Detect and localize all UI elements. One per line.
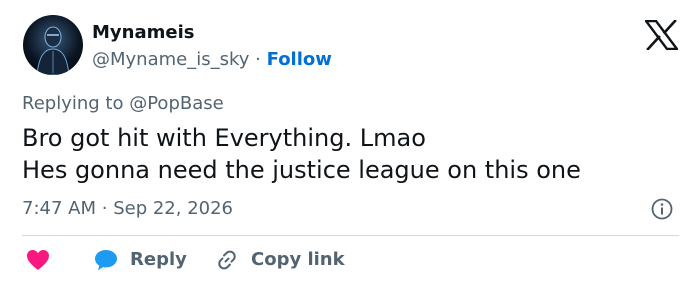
heart-icon: [27, 250, 49, 270]
replying-handle[interactable]: @PopBase: [129, 93, 223, 114]
reply-button[interactable]: Reply: [94, 248, 187, 272]
tweet-text: Bro got hit with Everything. Lmao Hes go…: [22, 122, 682, 186]
info-icon[interactable]: [651, 198, 673, 220]
tweet-text-line: Hes gonna need the justice league on thi…: [22, 156, 581, 184]
replying-to: Replying to @PopBase: [22, 93, 224, 115]
tweet-text-line: Bro got hit with Everything. Lmao: [22, 124, 426, 152]
follow-button[interactable]: Follow: [267, 49, 332, 70]
copy-link-label: Copy link: [251, 249, 345, 270]
timestamp[interactable]: 7:47 AM · Sep 22, 2026: [22, 198, 233, 220]
avatar[interactable]: [23, 15, 83, 75]
timestamp-date: Sep 22, 2026: [113, 198, 234, 219]
author-handle[interactable]: @Myname_is_sky: [92, 49, 249, 70]
copy-link-button[interactable]: Copy link: [215, 248, 345, 272]
author-name[interactable]: Mynameis: [92, 22, 194, 44]
link-icon: [218, 250, 236, 270]
author-handle-row: @Myname_is_sky · Follow: [92, 49, 332, 71]
x-logo-icon[interactable]: [645, 20, 678, 50]
separator-dot: ·: [255, 49, 261, 70]
divider: [22, 235, 679, 236]
reply-label: Reply: [130, 249, 187, 270]
separator-dot: ·: [101, 198, 108, 219]
timestamp-time: 7:47 AM: [22, 198, 96, 219]
replying-prefix: Replying to: [22, 93, 124, 114]
speech-bubble-icon: [95, 250, 117, 271]
avatar-figure-image: [36, 26, 70, 75]
tweet-embed-card: Mynameis @Myname_is_sky · Follow Replyin…: [0, 0, 700, 287]
like-button[interactable]: [26, 248, 50, 272]
